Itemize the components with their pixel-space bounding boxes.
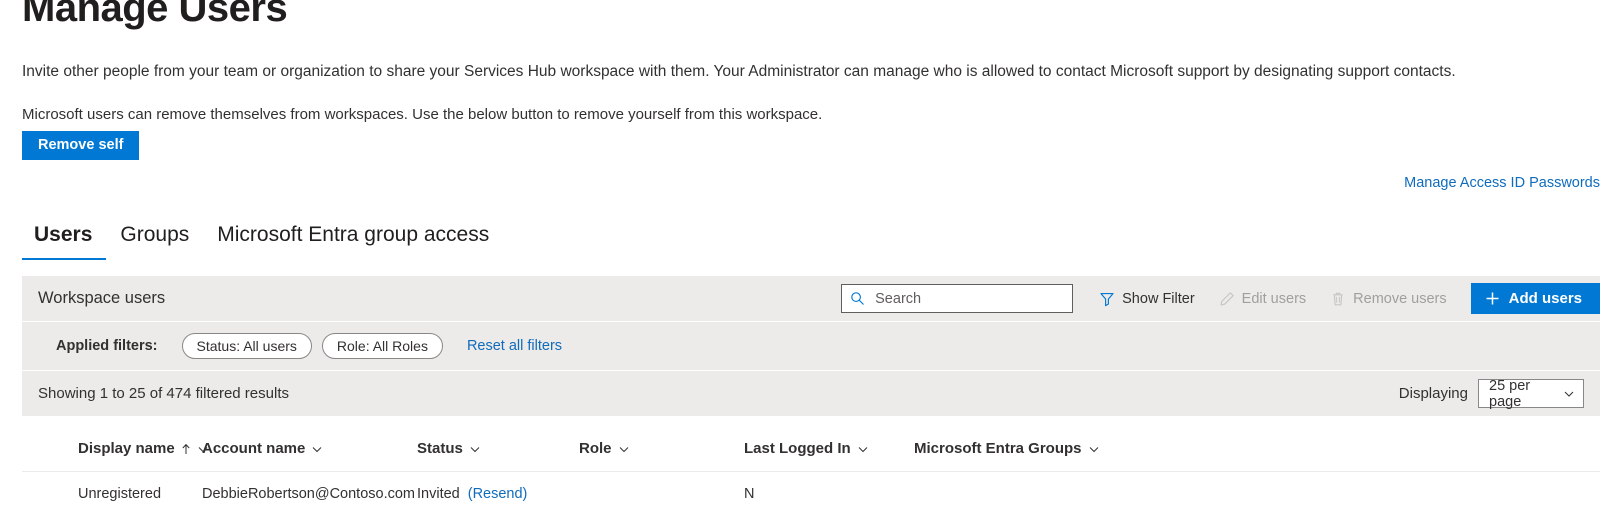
displaying-label: Displaying — [1398, 385, 1468, 402]
panel-toolbar: Workspace users Search Show Filter Edit … — [22, 276, 1600, 321]
column-label: Display name — [78, 440, 175, 457]
chevron-down-icon — [618, 443, 630, 455]
trash-icon — [1330, 291, 1346, 307]
intro-paragraph-2: Microsoft users can remove themselves fr… — [22, 106, 823, 123]
per-page-value: 25 per page — [1489, 377, 1531, 410]
edit-users-button[interactable]: Edit users — [1207, 284, 1318, 313]
panel-heading: Workspace users — [38, 289, 166, 307]
column-label: Account name — [202, 440, 306, 457]
tab-groups[interactable]: Groups — [106, 222, 203, 260]
sort-ascending-icon — [181, 443, 191, 455]
tab-list: Users Groups Microsoft Entra group acces… — [22, 222, 503, 260]
search-box[interactable] — [841, 284, 1074, 313]
remove-users-button[interactable]: Remove users — [1318, 284, 1458, 313]
chevron-down-icon — [311, 443, 323, 455]
chevron-down-icon — [857, 443, 869, 455]
remove-users-label: Remove users — [1353, 290, 1447, 307]
add-users-label: Add users — [1508, 290, 1582, 307]
column-label: Last Logged In — [744, 440, 851, 457]
search-input[interactable] — [873, 289, 1065, 308]
cell-display-name: Unregistered — [78, 486, 162, 502]
cell-last-logged-in: N — [744, 486, 755, 502]
cell-status: Invited (Resend) — [417, 472, 579, 517]
cell-entra-groups — [914, 472, 1600, 517]
search-icon — [850, 291, 865, 306]
column-header-role[interactable]: Role — [579, 416, 744, 472]
manage-users-page: Manage Users Invite other people from yo… — [0, 0, 1622, 529]
table-header-row: Display name Account name Status Role La… — [22, 416, 1600, 472]
chevron-down-icon — [1088, 443, 1100, 455]
column-label: Role — [579, 440, 612, 457]
showing-results-text: Showing 1 to 25 of 474 filtered results — [38, 385, 289, 402]
applied-filters-bar: Applied filters: Status: All users Role:… — [22, 322, 1600, 370]
workspace-users-panel: Workspace users Search Show Filter Edit … — [22, 276, 1600, 516]
column-label: Status — [417, 440, 463, 457]
manage-access-id-passwords-link[interactable]: Manage Access ID Passwords — [1404, 175, 1600, 191]
column-header-last-logged-in[interactable]: Last Logged In — [744, 416, 914, 472]
table-row[interactable]: Unregistered DebbieRobertson@Contoso.com… — [22, 472, 1600, 517]
resend-invite-link[interactable]: (Resend) — [468, 486, 528, 502]
applied-filters-label: Applied filters: — [56, 338, 158, 354]
column-header-display-name[interactable]: Display name — [22, 416, 208, 472]
results-summary-bar: Showing 1 to 25 of 474 filtered results … — [22, 371, 1600, 416]
toolbar-actions: Show Filter Edit users — [841, 276, 1600, 321]
column-label: Microsoft Entra Groups — [914, 440, 1082, 457]
chevron-down-icon — [469, 443, 481, 455]
show-filter-button[interactable]: Show Filter — [1087, 284, 1207, 313]
tab-microsoft-entra-group-access[interactable]: Microsoft Entra group access — [203, 222, 503, 260]
remove-self-button[interactable]: Remove self — [22, 131, 140, 160]
column-header-microsoft-entra-groups[interactable]: Microsoft Entra Groups — [914, 416, 1600, 472]
chevron-down-icon — [1563, 388, 1575, 400]
column-header-account-name[interactable]: Account name — [202, 416, 417, 472]
add-users-button[interactable]: Add users — [1470, 283, 1600, 314]
page-title: Manage Users — [22, 0, 288, 30]
edit-users-label: Edit users — [1241, 290, 1307, 307]
users-table: Display name Account name Status Role La… — [22, 416, 1600, 516]
reset-all-filters-link[interactable]: Reset all filters — [467, 338, 562, 354]
filter-icon — [1099, 291, 1115, 307]
cell-account-name: DebbieRobertson@Contoso.com — [202, 486, 415, 502]
column-header-status[interactable]: Status — [417, 416, 579, 472]
filter-pill-status[interactable]: Status: All users — [181, 333, 312, 359]
filter-pill-role[interactable]: Role: All Roles — [321, 333, 443, 359]
pencil-icon — [1219, 291, 1235, 307]
show-filter-label: Show Filter — [1122, 290, 1195, 307]
cell-role — [579, 472, 744, 517]
per-page-select[interactable]: 25 per page — [1478, 377, 1584, 410]
status-text: Invited — [417, 486, 460, 502]
plus-icon — [1485, 291, 1500, 306]
intro-paragraph-1: Invite other people from your team or or… — [22, 63, 1456, 80]
page-size-control: Displaying 25 per page — [1398, 377, 1584, 410]
tab-users[interactable]: Users — [22, 222, 107, 260]
